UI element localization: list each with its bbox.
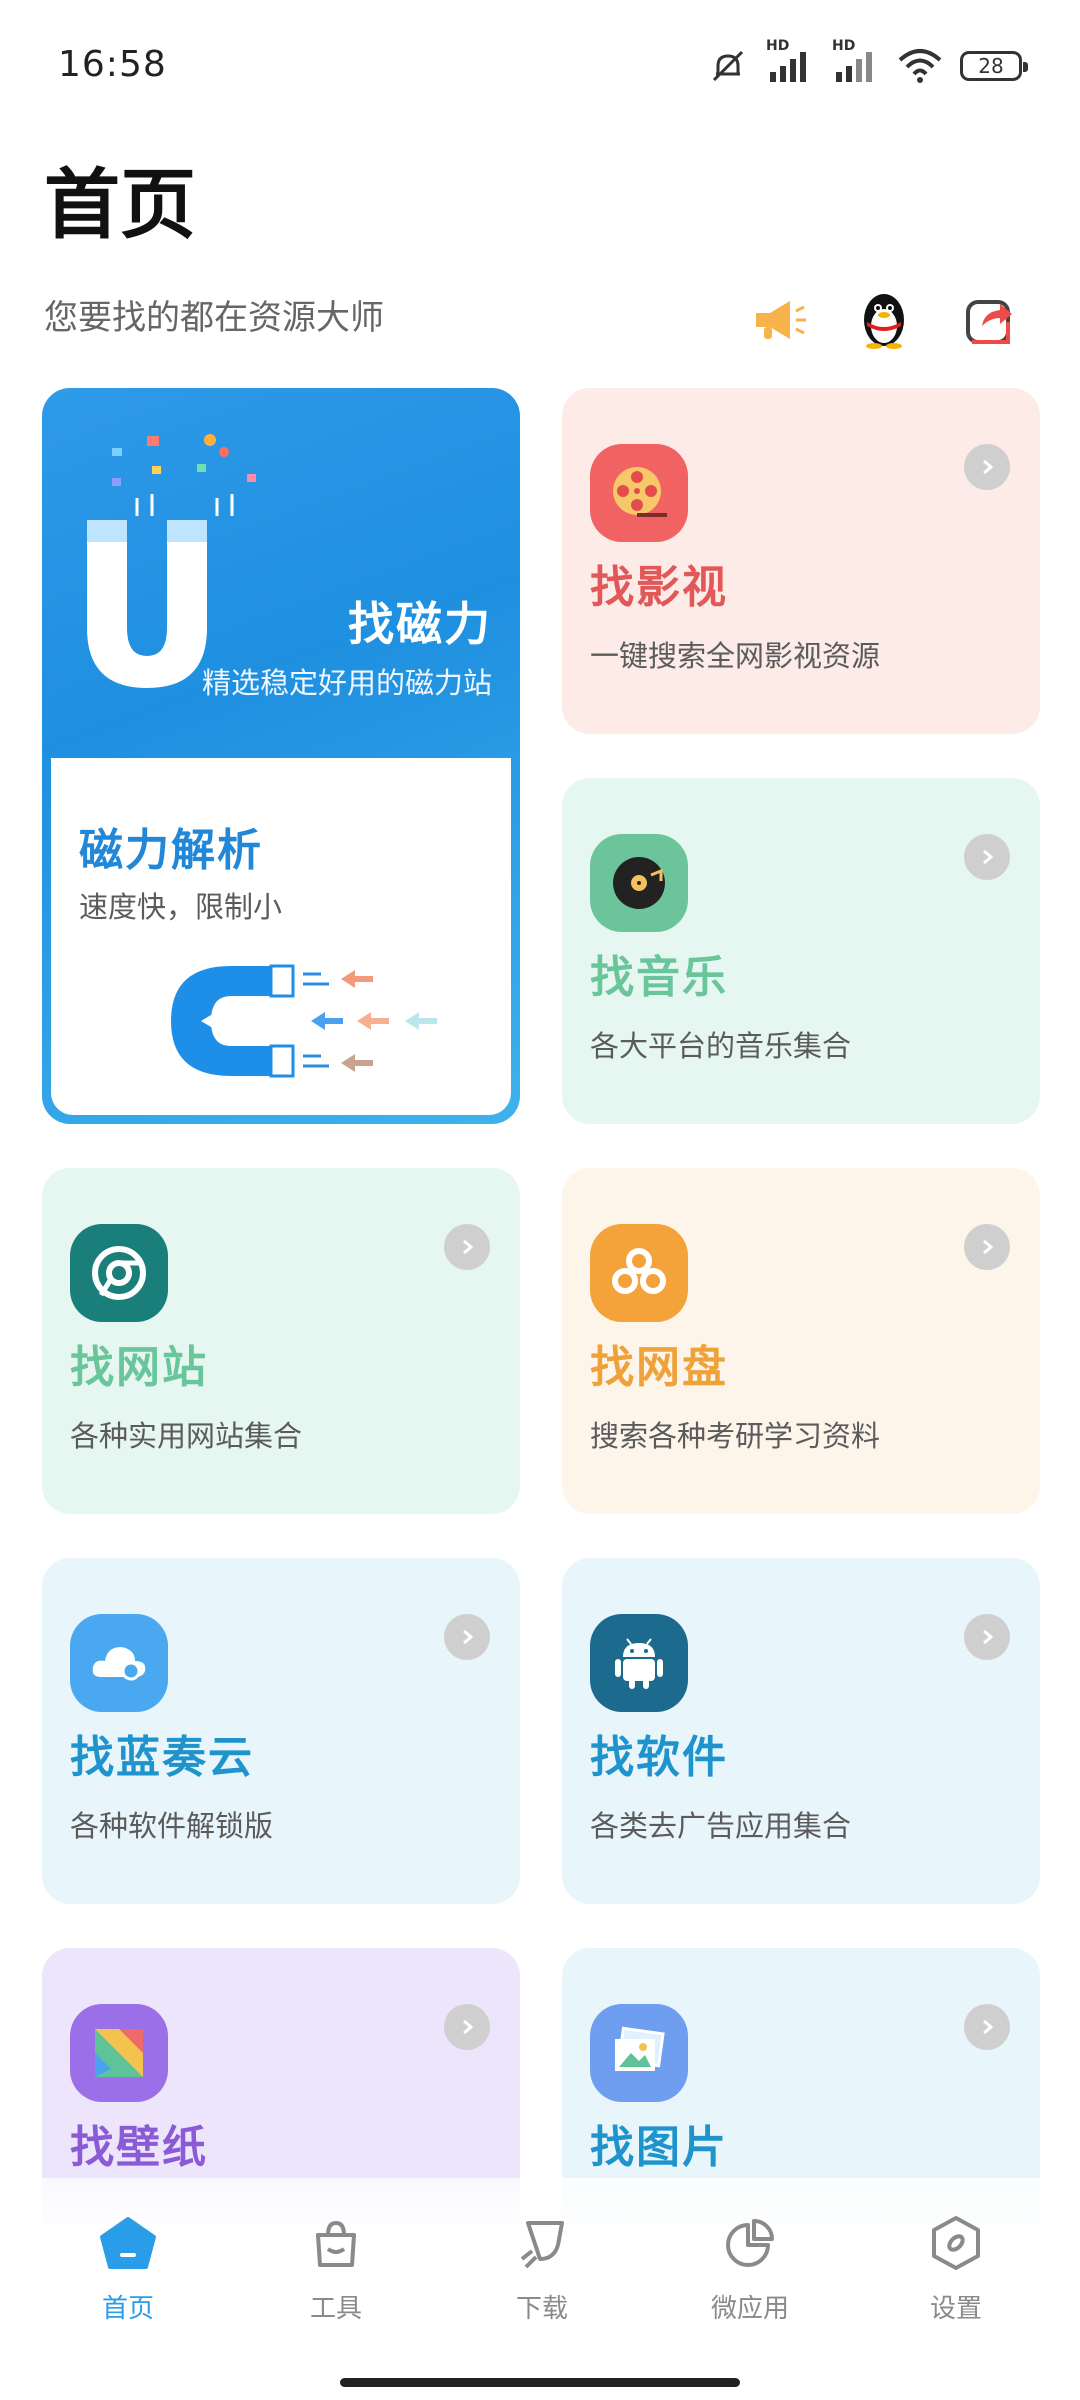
card-video[interactable]: 找影视 一键搜索全网影视资源 (562, 388, 1040, 734)
signal-icon-2: HD (832, 38, 880, 84)
magnet-card-desc: 精选稳定好用的磁力站 (201, 666, 492, 700)
mute-icon (708, 46, 748, 86)
chevron-right-icon[interactable] (444, 1614, 490, 1660)
nav-label: 微应用 (710, 2294, 789, 2324)
nav-label: 下载 (515, 2294, 568, 2324)
nav-mini-apps[interactable]: 微应用 (680, 2212, 820, 2325)
status-bar: 16:58 HD HD 28 (0, 0, 1080, 130)
card-desc: 一键搜索全网影视资源 (590, 639, 881, 673)
card-title: 找图片 (590, 2122, 728, 2173)
wallpaper-icon (70, 2004, 168, 2102)
chevron-right-icon[interactable] (964, 1224, 1010, 1270)
megaphone-icon[interactable] (748, 288, 812, 352)
settings-icon (925, 2212, 987, 2274)
magnet-parse-title: 磁力解析 (79, 825, 263, 876)
status-icons: HD HD 28 (708, 38, 1028, 88)
nav-label: 首页 (101, 2294, 154, 2324)
nav-download[interactable]: 下载 (472, 2212, 612, 2325)
card-desc: 各种实用网站集合 (70, 1419, 303, 1453)
chevron-right-icon[interactable] (964, 834, 1010, 880)
card-desc: 各种软件解锁版 (70, 1809, 274, 1843)
bottom-nav: 首页 工具 下载 微应用 设置 (0, 2178, 1080, 2400)
card-title: 找影视 (590, 562, 728, 613)
card-desc: 各大平台的音乐集合 (590, 1029, 852, 1063)
card-title: 找蓝奏云 (70, 1732, 254, 1783)
chevron-right-icon[interactable] (964, 2004, 1010, 2050)
card-title: 找音乐 (590, 952, 728, 1003)
vinyl-record-icon (590, 834, 688, 932)
card-title: 找软件 (590, 1732, 728, 1783)
card-lanzou[interactable]: 找蓝奏云 各种软件解锁版 (42, 1558, 520, 1904)
qq-penguin-icon[interactable] (852, 288, 916, 352)
nav-label: 设置 (929, 2294, 982, 2324)
magnet-parse-desc: 速度快，限制小 (79, 890, 283, 924)
card-music[interactable]: 找音乐 各大平台的音乐集合 (562, 778, 1040, 1124)
cloud-disk-icon (590, 1224, 688, 1322)
chevron-right-icon[interactable] (964, 444, 1010, 490)
card-software[interactable]: 找软件 各类去广告应用集合 (562, 1558, 1040, 1904)
magnet-parse-panel[interactable]: 磁力解析 速度快，限制小 (51, 758, 511, 1115)
pie-icon (719, 2212, 781, 2274)
wifi-icon (898, 48, 942, 84)
magnet-card[interactable]: 找磁力 精选稳定好用的磁力站 磁力解析 速度快，限制小 (42, 388, 520, 1124)
nav-settings[interactable]: 设置 (886, 2212, 1026, 2325)
signal-hd-label-2: HD (832, 38, 856, 54)
page-title: 首页 (44, 160, 196, 249)
chevron-right-icon[interactable] (444, 1224, 490, 1270)
home-indicator[interactable] (340, 2378, 740, 2387)
android-icon (590, 1614, 688, 1712)
signal-icon: HD (766, 38, 814, 84)
magnet-illustration-icon (87, 434, 256, 688)
card-netdisk[interactable]: 找网盘 搜索各种考研学习资料 (562, 1168, 1040, 1514)
battery-indicator: 28 (960, 51, 1028, 81)
card-title: 找网盘 (590, 1342, 728, 1393)
home-icon (97, 2212, 159, 2274)
photo-icon (590, 2004, 688, 2102)
chrome-browser-icon (70, 1224, 168, 1322)
chevron-right-icon[interactable] (444, 2004, 490, 2050)
card-title: 找网站 (70, 1342, 208, 1393)
magnet-arrows-icon (171, 964, 437, 1078)
card-title: 找壁纸 (70, 2122, 208, 2173)
card-website[interactable]: 找网站 各种实用网站集合 (42, 1168, 520, 1514)
cloud-icon (70, 1614, 168, 1712)
page-subtitle: 您要找的都在资源大师 (44, 298, 384, 338)
bag-icon (305, 2212, 367, 2274)
nav-home[interactable]: 首页 (58, 2212, 198, 2325)
share-icon[interactable] (958, 288, 1022, 352)
card-desc: 各类去广告应用集合 (590, 1809, 852, 1843)
nav-tools[interactable]: 工具 (266, 2212, 406, 2325)
status-time: 16:58 (58, 44, 167, 85)
nav-label: 工具 (309, 2294, 362, 2324)
signal-hd-label: HD (766, 38, 790, 54)
chevron-right-icon[interactable] (964, 1614, 1010, 1660)
film-reel-icon (590, 444, 688, 542)
magnet-card-title: 找磁力 (348, 597, 492, 651)
rocket-icon (511, 2212, 573, 2274)
card-desc: 搜索各种考研学习资料 (590, 1419, 881, 1453)
